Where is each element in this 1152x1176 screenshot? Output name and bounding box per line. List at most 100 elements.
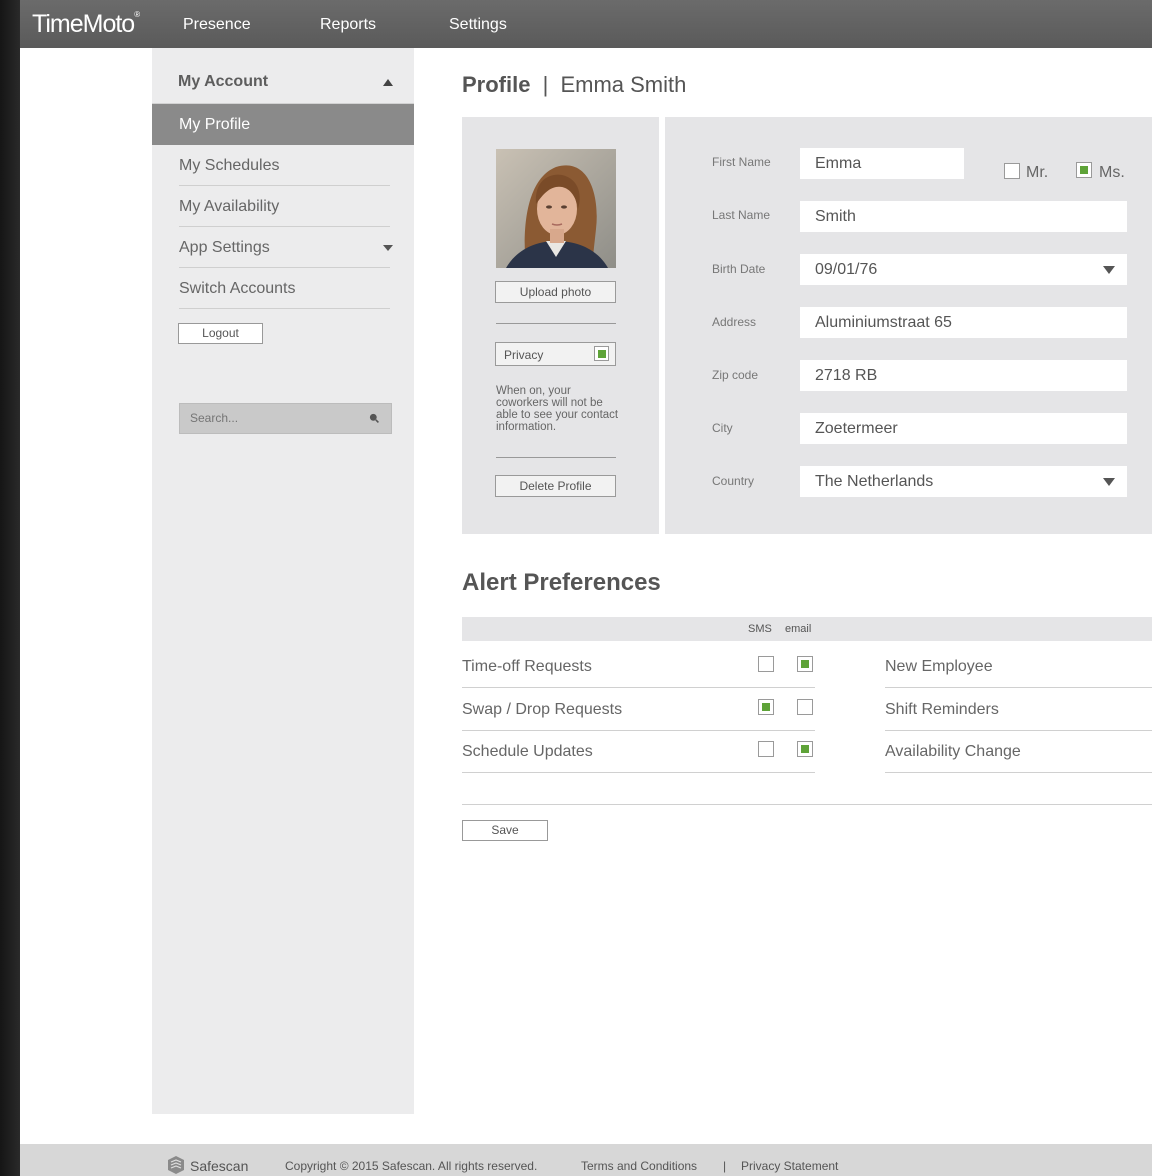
alert-row: Swap / Drop Requests — [462, 688, 815, 731]
address-label: Address — [712, 315, 757, 329]
sms-checkbox[interactable] — [758, 741, 774, 757]
nav-presence[interactable]: Presence — [183, 16, 251, 34]
profile-fields-panel: First Name Emma Mr. Ms. Last Name Smith … — [665, 117, 1152, 534]
address-field[interactable]: Aluminiumstraat 65 — [800, 307, 1127, 338]
city-field[interactable]: Zoetermeer — [800, 413, 1127, 444]
alert-row: Availability Change — [885, 730, 1152, 773]
alert-preferences-heading: Alert Preferences — [462, 569, 661, 596]
alert-row-label: Time-off Requests — [462, 658, 592, 675]
last-name-field[interactable]: Smith — [800, 201, 1127, 232]
city-label: City — [712, 421, 733, 435]
search-input[interactable] — [190, 411, 360, 425]
country-select[interactable]: The Netherlands — [800, 466, 1127, 497]
sidebar-item-label: My Availability — [179, 198, 280, 215]
sidebar-item-label: My Schedules — [179, 157, 280, 174]
last-name-label: Last Name — [712, 208, 771, 222]
birth-date-select[interactable]: 09/01/76 — [800, 254, 1127, 285]
page-title-section: Profile — [462, 72, 531, 97]
safescan-brand-text: Safescan — [190, 1158, 249, 1174]
email-checkbox[interactable] — [797, 656, 813, 672]
privacy-note: When on, your coworkers will not be able… — [496, 385, 619, 433]
sms-checkbox[interactable] — [758, 656, 774, 672]
field-value: 09/01/76 — [815, 261, 878, 278]
logo-text: TimeMoto — [32, 10, 135, 38]
nav-settings[interactable]: Settings — [449, 16, 507, 34]
timemoto-logo[interactable]: TimeMoto® — [32, 10, 140, 39]
my-account-header[interactable]: My Account — [152, 58, 414, 104]
email-column-header: email — [785, 623, 812, 635]
monitor-bezel — [0, 0, 20, 1176]
sidebar-item-app-settings[interactable]: App Settings — [152, 227, 414, 268]
alert-row: Shift Reminders — [885, 688, 1152, 731]
sms-column-header: SMS — [748, 623, 772, 635]
sidebar: My Account My Profile My Schedules My Av… — [152, 48, 414, 1114]
page-title-username: Emma Smith — [560, 72, 687, 97]
divider — [462, 804, 1152, 805]
save-button[interactable]: Save — [462, 820, 548, 841]
alert-row: New Employee — [885, 645, 1152, 688]
safescan-logo: Safescan — [166, 1155, 248, 1175]
field-value: Emma — [815, 155, 862, 172]
footer-divider: | — [723, 1159, 727, 1173]
alert-row: Schedule Updates — [462, 730, 815, 773]
alert-row-label: Schedule Updates — [462, 743, 593, 760]
chevron-down-icon — [383, 245, 393, 251]
sidebar-item-label: My Profile — [179, 116, 251, 133]
upload-photo-button[interactable]: Upload photo — [495, 281, 616, 303]
zip-code-label: Zip code — [712, 368, 759, 382]
alert-row-label: Shift Reminders — [885, 701, 999, 718]
search-icon[interactable] — [369, 413, 379, 423]
privacy-label: Privacy — [504, 348, 544, 362]
country-label: Country — [712, 474, 755, 488]
divider — [496, 457, 616, 458]
sidebar-item-my-availability[interactable]: My Availability — [152, 186, 414, 227]
mr-checkbox[interactable] — [1004, 163, 1020, 179]
page-title: Profile | Emma Smith — [462, 72, 686, 98]
mr-label: Mr. — [1026, 164, 1049, 181]
logout-button[interactable]: Logout — [178, 323, 263, 344]
sidebar-item-label: App Settings — [179, 239, 270, 256]
divider — [462, 772, 815, 773]
alert-table-header: SMS email — [462, 617, 1152, 641]
field-value: Smith — [815, 208, 856, 225]
my-account-label: My Account — [178, 73, 269, 90]
profile-photo — [496, 149, 616, 268]
alert-row: Time-off Requests — [462, 645, 815, 688]
alert-row-label: New Employee — [885, 658, 993, 675]
footer: Safescan Copyright © 2015 Safescan. All … — [20, 1144, 1152, 1176]
field-value: Zoetermeer — [815, 420, 898, 437]
divider — [496, 323, 616, 324]
dropdown-arrow-icon — [1103, 478, 1115, 486]
privacy-checkbox[interactable] — [594, 346, 609, 361]
sidebar-item-switch-accounts[interactable]: Switch Accounts — [152, 268, 414, 309]
privacy-statement-link[interactable]: Privacy Statement — [741, 1159, 838, 1173]
zip-code-field[interactable]: 2718 RB — [800, 360, 1127, 391]
email-checkbox[interactable] — [797, 741, 813, 757]
privacy-toggle[interactable]: Privacy — [495, 342, 616, 366]
divider — [885, 772, 1152, 773]
app-window: TimeMoto® Presence Reports Settings My A… — [20, 0, 1152, 1176]
delete-profile-button[interactable]: Delete Profile — [495, 475, 616, 497]
alert-row-label: Swap / Drop Requests — [462, 701, 623, 718]
birth-date-label: Birth Date — [712, 262, 766, 276]
field-value: The Netherlands — [815, 473, 934, 490]
copyright-text: Copyright © 2015 Safescan. All rights re… — [285, 1159, 538, 1173]
title-separator: | — [542, 72, 549, 97]
sidebar-item-my-profile[interactable]: My Profile — [152, 104, 414, 145]
ms-label: Ms. — [1099, 164, 1125, 181]
field-value: Aluminiumstraat 65 — [815, 314, 952, 331]
email-checkbox[interactable] — [797, 699, 813, 715]
nav-reports[interactable]: Reports — [320, 16, 376, 34]
logo-registered-mark: ® — [134, 10, 140, 19]
alert-row-label: Availability Change — [885, 743, 1021, 760]
sms-checkbox[interactable] — [758, 699, 774, 715]
collapse-up-icon — [383, 79, 393, 86]
terms-link[interactable]: Terms and Conditions — [581, 1159, 697, 1173]
ms-checkbox[interactable] — [1076, 162, 1092, 178]
divider — [179, 308, 390, 309]
dropdown-arrow-icon — [1103, 266, 1115, 274]
profile-photo-panel: Upload photo Privacy When on, your cowor… — [462, 117, 659, 534]
safescan-mark-icon — [168, 1156, 184, 1174]
first-name-field[interactable]: Emma — [800, 148, 964, 179]
sidebar-item-my-schedules[interactable]: My Schedules — [152, 145, 414, 186]
